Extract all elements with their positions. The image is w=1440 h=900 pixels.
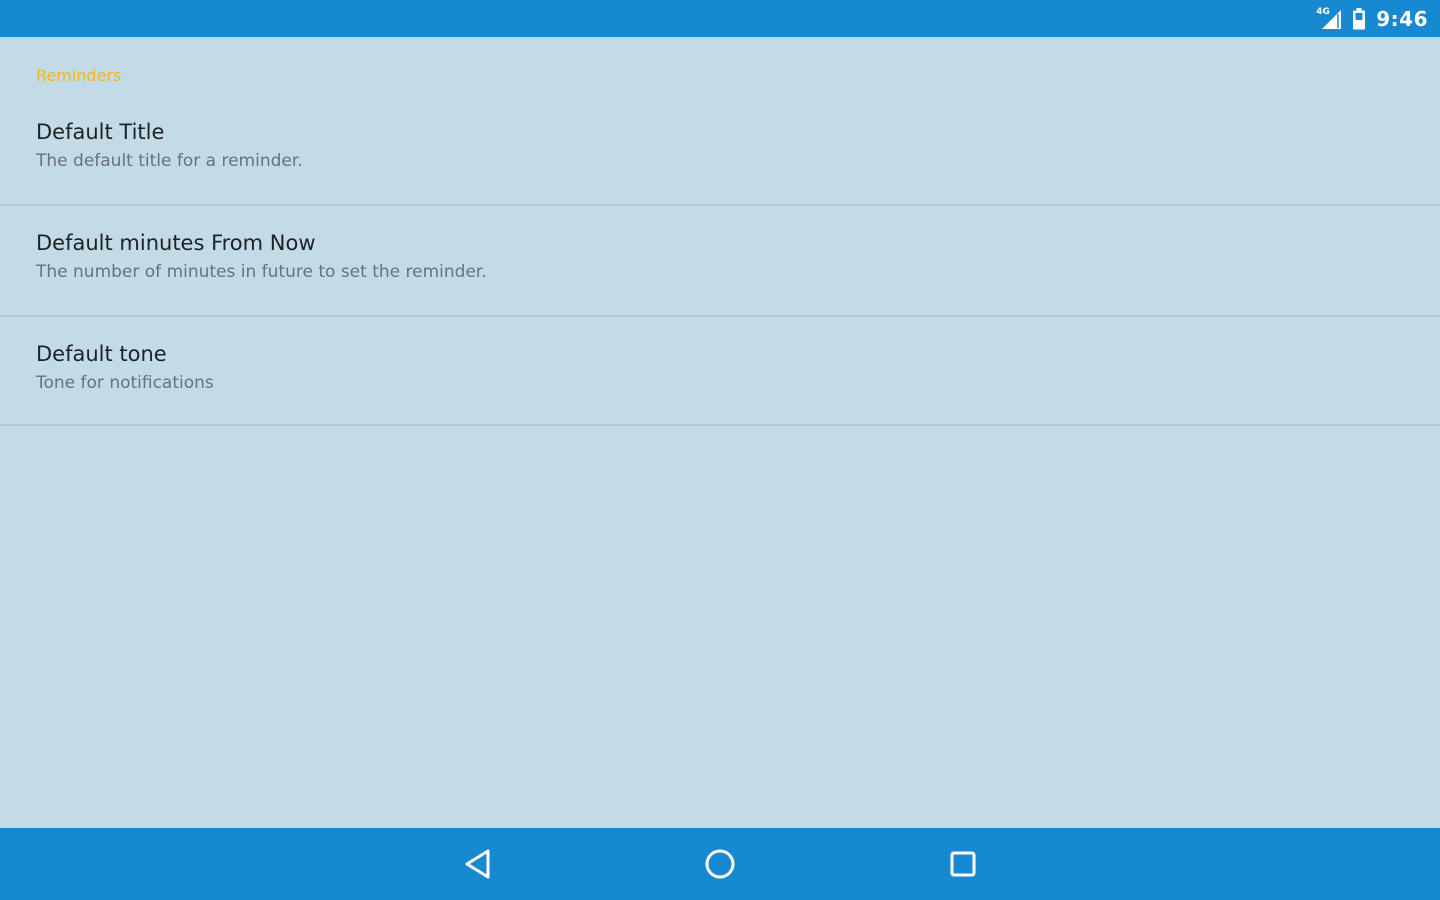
battery-icon [1353, 7, 1366, 29]
signal-indicator: 4G [1316, 6, 1342, 30]
pref-title: Default minutes From Now [36, 231, 316, 255]
home-button[interactable] [702, 846, 738, 882]
pref-title: Default tone [36, 342, 167, 366]
category-title-reminders: Reminders [36, 66, 122, 85]
pref-summary: The number of minutes in future to set t… [36, 262, 487, 282]
back-icon [465, 849, 490, 879]
pref-summary: Tone for notifications [36, 373, 214, 393]
status-bar: 4G 9:46 [0, 0, 1440, 37]
pref-default-minutes[interactable]: Default minutes From Now The number of m… [0, 206, 1440, 317]
back-button[interactable] [460, 846, 496, 882]
pref-default-title[interactable]: Default Title The default title for a re… [0, 95, 1440, 206]
status-clock: 9:46 [1376, 6, 1428, 31]
navigation-bar [0, 828, 1440, 900]
network-type-label: 4G [1316, 6, 1330, 17]
status-icons: 4G 9:46 [1316, 7, 1428, 31]
pref-default-tone[interactable]: Default tone Tone for notifications [0, 317, 1440, 426]
recents-icon [950, 851, 976, 877]
pref-summary: The default title for a reminder. [36, 151, 303, 171]
recents-button[interactable] [945, 846, 981, 882]
preference-list: Default Title The default title for a re… [0, 95, 1440, 426]
home-icon [705, 849, 735, 879]
pref-title: Default Title [36, 120, 165, 144]
settings-screen: Reminders Default Title The default titl… [0, 37, 1440, 828]
